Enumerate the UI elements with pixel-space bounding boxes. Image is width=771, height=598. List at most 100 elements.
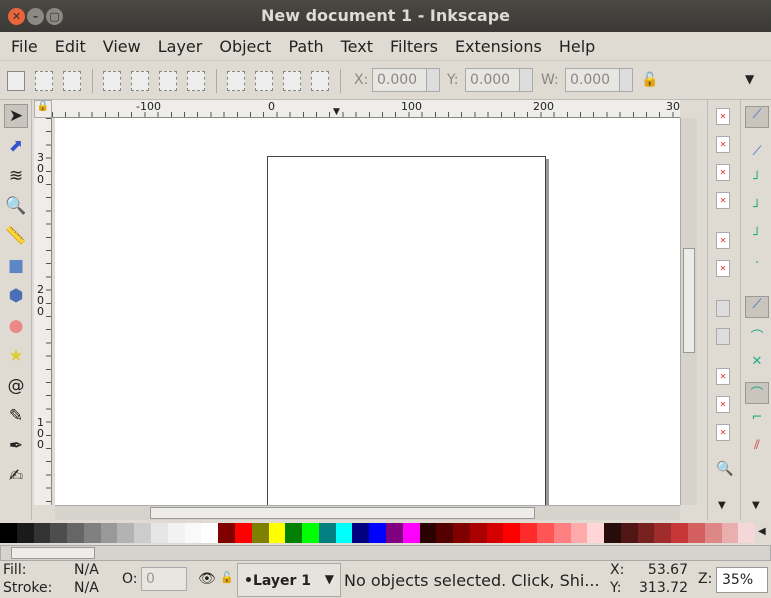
snap-bbox-center-icon[interactable]: · xyxy=(745,256,769,278)
select-all-layers-icon[interactable] xyxy=(35,71,53,91)
import-icon[interactable]: ✕ xyxy=(716,232,730,249)
snap-bbox-icon[interactable]: ⟋ xyxy=(745,144,769,166)
scroll-thumb[interactable] xyxy=(150,507,535,519)
y-input[interactable]: 0.000 xyxy=(465,68,533,92)
menu-view[interactable]: View xyxy=(94,37,149,56)
overflow-arrow-icon[interactable]: ▼ xyxy=(745,72,754,86)
palette-swatch[interactable] xyxy=(134,523,152,543)
palette-swatch[interactable] xyxy=(620,523,638,543)
save-icon[interactable]: ✕ xyxy=(716,164,730,181)
snap-bbox-corner-icon[interactable]: ┘ xyxy=(745,200,769,222)
snap-midpoint-icon[interactable]: ⫽ xyxy=(745,438,769,460)
close-button[interactable]: ✕ xyxy=(8,8,25,25)
guide-lock-icon[interactable]: 🔒 xyxy=(34,100,52,118)
snap-nodes-icon[interactable]: ⟋ xyxy=(745,296,769,318)
pen-icon[interactable]: ✒ xyxy=(4,434,28,458)
calligraphy-icon[interactable]: ✍ xyxy=(4,464,28,488)
export-icon[interactable]: ✕ xyxy=(716,260,730,277)
deselect-icon[interactable] xyxy=(63,71,81,91)
cut-icon[interactable]: ✕ xyxy=(716,396,730,413)
zoom-selection-icon[interactable]: 🔍 xyxy=(716,462,733,479)
w-input[interactable]: 0.000 xyxy=(565,68,633,92)
palette-swatch[interactable] xyxy=(570,523,588,543)
overflow-arrow-icon[interactable]: ▼ xyxy=(718,500,726,511)
opacity-input[interactable]: 0 xyxy=(141,567,187,591)
node-icon[interactable]: ⬈ xyxy=(4,134,28,158)
palette-swatch[interactable] xyxy=(587,523,605,543)
palette-swatch[interactable] xyxy=(503,523,521,543)
palette-swatch[interactable] xyxy=(469,523,487,543)
palette-menu-icon[interactable]: ◀ xyxy=(758,526,766,537)
vertical-scrollbar[interactable] xyxy=(680,118,697,505)
measure-icon[interactable]: 📏 xyxy=(4,224,28,248)
palette-swatch[interactable] xyxy=(218,523,235,543)
palette-swatch[interactable] xyxy=(50,523,68,543)
paste-icon[interactable]: ✕ xyxy=(716,424,730,441)
palette-swatch[interactable] xyxy=(302,523,319,543)
palette-swatch[interactable] xyxy=(117,523,135,543)
snap-intersection-icon[interactable]: ✕ xyxy=(745,354,769,376)
snap-toggle-icon[interactable]: ⟋ xyxy=(745,106,769,128)
palette-swatch[interactable] xyxy=(453,523,470,543)
undo-icon[interactable] xyxy=(716,300,730,317)
menu-object[interactable]: Object xyxy=(210,37,279,56)
zoom-input[interactable]: 35% xyxy=(716,567,768,593)
palette-swatch[interactable] xyxy=(285,523,303,543)
palette-swatch[interactable] xyxy=(16,523,34,543)
scroll-thumb[interactable] xyxy=(683,248,695,353)
palette-swatch[interactable] xyxy=(83,523,101,543)
scroll-thumb[interactable] xyxy=(11,547,95,559)
rotate-ccw-icon[interactable] xyxy=(103,71,121,91)
layer-lock-icon[interactable]: 🔓 xyxy=(220,571,234,584)
menu-layer[interactable]: Layer xyxy=(149,37,211,56)
layer-dropdown[interactable]: •Layer 1 ▼ xyxy=(237,563,341,597)
3d-box-icon[interactable]: ⬢ xyxy=(4,284,28,308)
palette-scrollbar[interactable] xyxy=(0,545,771,561)
raise-icon[interactable] xyxy=(283,71,301,91)
palette-swatch[interactable] xyxy=(0,523,17,543)
palette-swatch[interactable] xyxy=(553,523,571,543)
palette-swatch[interactable] xyxy=(738,523,756,543)
open-icon[interactable]: ✕ xyxy=(716,136,730,153)
palette-swatch[interactable] xyxy=(419,523,437,543)
flip-horizontal-icon[interactable] xyxy=(159,71,177,91)
palette-swatch[interactable] xyxy=(352,523,370,543)
overflow-arrow-icon[interactable]: ▼ xyxy=(752,500,760,511)
lower-to-bottom-icon[interactable] xyxy=(227,71,245,91)
palette-swatch[interactable] xyxy=(385,523,403,543)
x-input[interactable]: 0.000 xyxy=(372,68,440,92)
pencil-icon[interactable]: ✎ xyxy=(4,404,28,428)
select-all-icon[interactable] xyxy=(7,71,25,91)
palette-swatch[interactable] xyxy=(251,523,269,543)
snap-cusp-icon[interactable]: ⌒ xyxy=(745,382,769,404)
zoom-icon[interactable]: 🔍 xyxy=(4,194,28,218)
redo-icon[interactable] xyxy=(716,328,730,345)
spiral-icon[interactable]: @ xyxy=(4,374,28,398)
palette-swatch[interactable] xyxy=(33,523,51,543)
palette-swatch[interactable] xyxy=(604,523,621,543)
canvas[interactable] xyxy=(55,118,680,505)
palette-swatch[interactable] xyxy=(318,523,336,543)
tweak-icon[interactable]: ≋ xyxy=(4,164,28,188)
ellipse-icon[interactable]: ● xyxy=(4,314,28,338)
fill-value[interactable]: N/A xyxy=(74,562,99,578)
snap-smooth-icon[interactable]: ⌐ xyxy=(745,410,769,432)
palette-swatch[interactable] xyxy=(335,523,353,543)
new-document-icon[interactable]: ✕ xyxy=(716,108,730,125)
palette-swatch[interactable] xyxy=(654,523,672,543)
palette-swatch[interactable] xyxy=(67,523,84,543)
print-icon[interactable]: ✕ xyxy=(716,192,730,209)
selector-icon[interactable]: ➤ xyxy=(4,104,28,128)
lock-icon[interactable]: 🔓 xyxy=(641,72,658,88)
menu-text[interactable]: Text xyxy=(332,37,381,56)
copy-icon[interactable]: ✕ xyxy=(716,368,730,385)
palette-swatch[interactable] xyxy=(369,523,386,543)
rectangle-icon[interactable]: ■ xyxy=(4,254,28,278)
visibility-eye-icon[interactable]: 👁 xyxy=(198,571,216,587)
palette-swatch[interactable] xyxy=(184,523,202,543)
palette-swatch[interactable] xyxy=(486,523,504,543)
palette-swatch[interactable] xyxy=(688,523,705,543)
horizontal-scrollbar[interactable] xyxy=(55,505,680,520)
palette-swatch[interactable] xyxy=(721,523,739,543)
menu-help[interactable]: Help xyxy=(550,37,603,56)
